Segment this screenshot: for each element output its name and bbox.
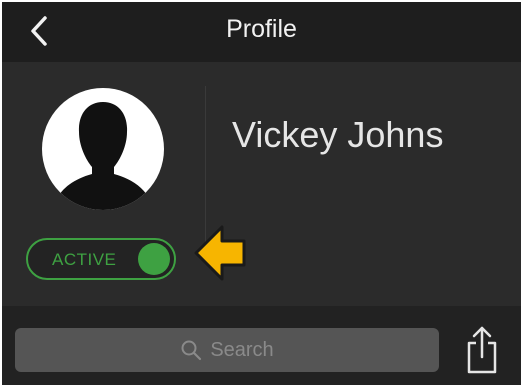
arrow-left-icon	[194, 225, 246, 281]
page-title: Profile	[226, 15, 297, 43]
search-bar: Search	[2, 306, 521, 385]
avatar	[42, 88, 164, 210]
search-inner: Search	[180, 338, 274, 362]
header-bar: Profile	[2, 2, 521, 62]
share-icon	[467, 326, 497, 374]
status-label: ACTIVE	[52, 250, 117, 269]
user-name: Vickey Johns	[232, 114, 444, 155]
search-icon	[181, 340, 202, 361]
user-silhouette-icon	[56, 102, 150, 210]
profile-panel: Vickey Johns ACTIVE	[2, 62, 521, 306]
toggle-knob	[138, 243, 170, 275]
search-placeholder: Search	[210, 338, 274, 361]
search-input[interactable]: Search	[15, 328, 439, 372]
profile-screen: Profile Vickey Johns ACTIVE Search	[2, 2, 521, 385]
share-button[interactable]	[460, 322, 504, 378]
status-toggle[interactable]: ACTIVE	[26, 238, 176, 280]
